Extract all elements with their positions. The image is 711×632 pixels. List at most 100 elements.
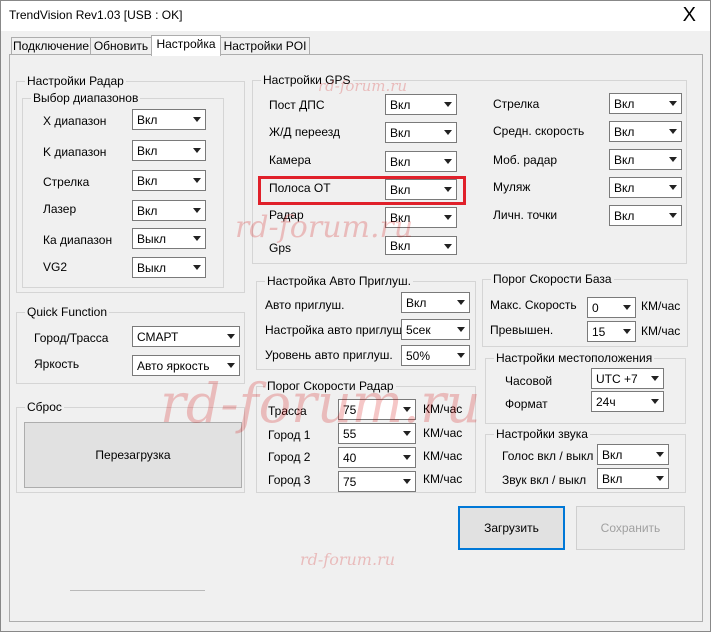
chevron-down-icon (189, 141, 205, 160)
location-title: Настройки местоположения (494, 351, 655, 365)
tab-settings[interactable]: Настройка (151, 35, 221, 56)
band-laser-select[interactable]: Вкл (132, 200, 206, 221)
chevron-down-icon (453, 293, 469, 312)
close-icon[interactable]: X (683, 4, 696, 26)
speed-highway-select[interactable]: 75 (338, 399, 416, 420)
gps-arrow-value: Вкл (614, 97, 635, 111)
speed-city1-label: Город 1 (268, 428, 311, 442)
brightness-select[interactable]: Авто яркость (132, 355, 240, 376)
gps-arrow-label: Стрелка (493, 97, 540, 111)
max-speed-select[interactable]: 0 (587, 297, 636, 318)
band-arrow-select[interactable]: Вкл (132, 170, 206, 191)
auto-mute-level-value: 50% (406, 349, 431, 363)
gps-mobile-radar-select[interactable]: Вкл (609, 149, 682, 170)
overspeed-label: Превышен. (490, 323, 554, 337)
band-laser-value: Вкл (137, 204, 158, 218)
timezone-value: UTC +7 (596, 372, 638, 386)
gps-camera-value: Вкл (390, 155, 411, 169)
gps-camera-select[interactable]: Вкл (385, 151, 457, 172)
window-title: TrendVision Rev1.03 [USB : OK] (9, 8, 183, 22)
band-vg2-select[interactable]: Выкл (132, 257, 206, 278)
overspeed-unit: КМ/час (641, 324, 681, 338)
gps-avg-speed-select[interactable]: Вкл (609, 121, 682, 142)
chevron-down-icon (665, 122, 681, 141)
auto-mute-select[interactable]: Вкл (401, 292, 470, 313)
auto-mute-delay-value: 5сек (406, 323, 431, 337)
speed-city2-unit: КМ/час (423, 449, 463, 463)
gps-gps-label: Gps (269, 241, 292, 255)
speed-city3-select[interactable]: 75 (338, 471, 416, 492)
speed-city1-unit: КМ/час (423, 426, 463, 440)
save-button[interactable]: Сохранить (576, 506, 685, 550)
load-button[interactable]: Загрузить (458, 506, 565, 550)
band-vg2-label: VG2 (43, 260, 68, 274)
gps-post-dps-label: Пост ДПС (269, 98, 325, 112)
chevron-down-icon (189, 258, 205, 277)
chevron-down-icon (399, 448, 415, 467)
band-arrow-value: Вкл (137, 174, 158, 188)
gps-post-dps-value: Вкл (390, 98, 411, 112)
chevron-down-icon (665, 150, 681, 169)
band-k-label: K диапазон (43, 145, 107, 159)
auto-mute-label: Авто приглуш. (265, 298, 345, 312)
format-label: Формат (505, 397, 548, 411)
highlight-box (258, 176, 466, 205)
chevron-down-icon (399, 424, 415, 443)
tab-poi-settings[interactable]: Настройки POI (220, 37, 310, 54)
tab-connection[interactable]: Подключение (11, 37, 91, 54)
sound-toggle-select[interactable]: Вкл (597, 468, 669, 489)
auto-mute-delay-select[interactable]: 5сек (401, 319, 470, 340)
chevron-down-icon (440, 237, 456, 256)
timezone-select[interactable]: UTC +7 (591, 368, 664, 389)
chevron-down-icon (665, 94, 681, 113)
overspeed-select[interactable]: 15 (587, 321, 636, 342)
city-highway-value: СМАРТ (137, 330, 179, 344)
voice-toggle-select[interactable]: Вкл (597, 444, 669, 465)
gps-railway-select[interactable]: Вкл (385, 122, 457, 143)
gps-user-points-label: Личн. точки (493, 208, 558, 222)
gps-arrow-select[interactable]: Вкл (609, 93, 682, 114)
chevron-down-icon (665, 206, 681, 225)
title-bar: TrendVision Rev1.03 [USB : OK] X (1, 1, 710, 31)
chevron-down-icon (647, 392, 663, 411)
speed-city2-select[interactable]: 40 (338, 447, 416, 468)
band-k-select[interactable]: Вкл (132, 140, 206, 161)
gps-radar-label: Радар (269, 208, 304, 222)
chevron-down-icon (665, 178, 681, 197)
chevron-down-icon (223, 356, 239, 375)
gps-user-points-select[interactable]: Вкл (609, 205, 682, 226)
speed-city1-value: 55 (343, 427, 357, 441)
timezone-label: Часовой (505, 374, 553, 388)
auto-mute-delay-label: Настройка авто приглуш. (265, 323, 406, 337)
chevron-down-icon (440, 152, 456, 171)
gps-dummy-select[interactable]: Вкл (609, 177, 682, 198)
gps-radar-select[interactable]: Вкл (385, 207, 457, 228)
radar-settings-title: Настройки Радар (25, 74, 126, 88)
band-ka-select[interactable]: Выкл (132, 228, 206, 249)
auto-mute-level-select[interactable]: 50% (401, 345, 470, 366)
gps-mobile-radar-value: Вкл (614, 153, 635, 167)
gps-post-dps-select[interactable]: Вкл (385, 94, 457, 115)
speed-city1-select[interactable]: 55 (338, 423, 416, 444)
tab-update[interactable]: Обновить (90, 37, 152, 54)
band-selection-title: Выбор диапазонов (31, 91, 141, 105)
format-select[interactable]: 24ч (591, 391, 664, 412)
band-vg2-value: Выкл (137, 261, 167, 275)
sound-title: Настройки звука (494, 427, 590, 441)
band-arrow-label: Стрелка (43, 175, 90, 189)
gps-dummy-value: Вкл (614, 181, 635, 195)
chevron-down-icon (652, 445, 668, 464)
speed-highway-label: Трасса (268, 404, 307, 418)
chevron-down-icon (652, 469, 668, 488)
speed-highway-unit: КМ/час (423, 402, 463, 416)
voice-toggle-label: Голос вкл / выкл (502, 449, 594, 463)
auto-mute-title: Настройка Авто Приглуш. (265, 274, 413, 288)
sound-toggle-value: Вкл (602, 472, 623, 486)
reboot-button[interactable]: Перезагрузка (24, 422, 242, 488)
band-laser-label: Лазер (43, 202, 77, 216)
band-x-select[interactable]: Вкл (132, 109, 206, 130)
gps-radar-value: Вкл (390, 211, 411, 225)
gps-gps-select[interactable]: Вкл (385, 236, 457, 255)
city-highway-select[interactable]: СМАРТ (132, 326, 240, 347)
speed-base-title: Порог Скорости База (491, 272, 614, 286)
